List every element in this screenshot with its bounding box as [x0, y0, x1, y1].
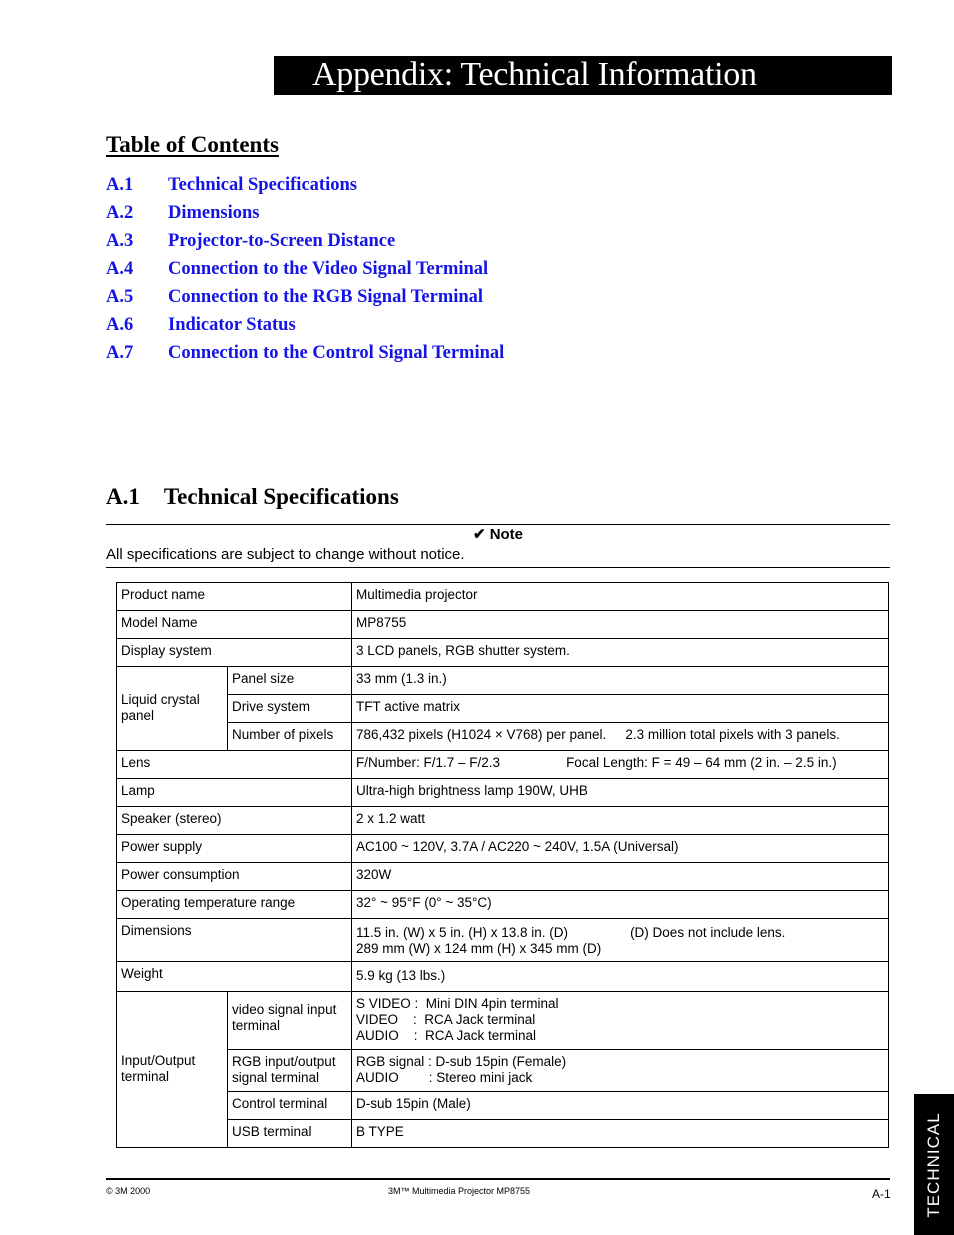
spec-sublabel: Control terminal	[227, 1091, 352, 1120]
toc-label: Connection to the RGB Signal Terminal	[168, 287, 484, 307]
spec-value-cell: F/Number: F/1.7 – F/2.3 Focal Length: F =…	[351, 750, 889, 779]
spec-value: 5.9 kg (13 lbs.)	[351, 961, 889, 992]
spec-value-line: AUDIO : RCA Jack terminal	[356, 1028, 537, 1043]
table-row: Operating temperature range 32° ~ 95°F (…	[116, 890, 889, 919]
toc-num: A.2	[106, 203, 134, 223]
toc-label: Projector-to-Screen Distance	[168, 231, 396, 251]
spec-value: 320W	[351, 862, 889, 891]
spec-value-line: AUDIO : Stereo mini jack	[356, 1070, 533, 1085]
table-row: Drive system TFT active matrix	[117, 694, 889, 723]
spec-value: Ultra-high brightness lamp 190W, UHB	[351, 778, 889, 807]
spec-label: Lamp	[116, 778, 352, 807]
spec-value-cell: 786,432 pixels (H1024 × V768) per panel.…	[351, 722, 889, 751]
spec-value: D-sub 15pin (Male)	[351, 1091, 889, 1120]
toc-label: Technical Specifications	[168, 175, 357, 195]
specs-table: Product name Multimedia projector Model …	[116, 582, 889, 1148]
spec-group-label: Liquid crystal panel	[116, 666, 228, 751]
toc-heading: Table of Contents	[106, 132, 279, 157]
spec-value: AC100 ~ 120V, 3.7A / AC220 ~ 240V, 1.5A …	[351, 834, 889, 863]
note-text: All specifications are subject to change…	[106, 546, 465, 563]
side-tab-label: TECHNICAL	[924, 1111, 943, 1218]
spec-value: 2 x 1.2 watt	[351, 806, 889, 835]
spec-value-cell: RGB signal : D-sub 15pin (Female) AUDIO …	[351, 1049, 889, 1092]
spec-value: 32° ~ 95°F (0° ~ 35°C)	[351, 890, 889, 919]
spec-label: Model Name	[116, 610, 352, 639]
toc-num: A.3	[106, 231, 134, 251]
spec-label: Display system	[116, 638, 352, 667]
spec-value: MP8755	[351, 610, 889, 639]
page-title: Appendix: Technical Information	[312, 56, 757, 93]
spec-value-line: RGB signal : D-sub 15pin (Female)	[356, 1054, 567, 1069]
spec-label: Speaker (stereo)	[116, 806, 352, 835]
spec-value-note: (D) Does not include lens.	[630, 925, 786, 940]
spec-value-line: S VIDEO : Mini DIN 4pin terminal	[356, 996, 559, 1011]
table-row: Liquid crystal panel Panel size 33 mm (1…	[116, 666, 889, 751]
spec-value-extra: Focal Length: F = 49 – 64 mm (2 in. – 2.…	[566, 755, 837, 770]
spec-value: Multimedia projector	[351, 582, 889, 611]
spec-sublabel: Number of pixels	[227, 722, 352, 751]
toc-num: A.7	[106, 343, 134, 363]
footer-rule	[106, 1178, 890, 1180]
table-row: Lamp Ultra-high brightness lamp 190W, UH…	[116, 778, 889, 807]
table-row: Model Name MP8755	[116, 610, 889, 639]
spec-value-cell: 11.5 in. (W) x 5 in. (H) x 13.8 in. (D) (…	[351, 918, 889, 962]
toc-label: Connection to the Control Signal Termina…	[168, 343, 505, 363]
note-title: ✔ Note	[472, 526, 524, 543]
footer-product: 3M™ Multimedia Projector MP8755	[388, 1186, 531, 1196]
spec-value: F/Number: F/1.7 – F/2.3	[356, 755, 501, 770]
table-row: RGB input/output signal terminal RGB sig…	[117, 1049, 889, 1092]
spec-value: TFT active matrix	[351, 694, 889, 723]
spec-label: Dimensions	[116, 918, 352, 962]
side-tab: TECHNICAL	[914, 1094, 954, 1235]
spec-value: 3 LCD panels, RGB shutter system.	[351, 638, 889, 667]
toc-num: A.4	[106, 259, 134, 279]
toc-label: Indicator Status	[168, 315, 296, 335]
page-title-bar: Appendix: Technical Information	[274, 56, 892, 95]
spec-label: Power consumption	[116, 862, 352, 891]
spec-label: Power supply	[116, 834, 352, 863]
spec-sublabel: RGB input/output signal terminal	[227, 1049, 352, 1092]
spec-sublabel: USB terminal	[227, 1119, 352, 1148]
spec-value-line2: 289 mm (W) x 124 mm (H) x 345 mm (D)	[356, 941, 602, 956]
table-row: Lens F/Number: F/1.7 – F/2.3 Focal Length…	[116, 750, 889, 779]
table-row: USB terminal B TYPE	[117, 1119, 889, 1148]
table-row: Input/Output terminal video signal input…	[116, 991, 889, 1148]
toc-label: Connection to the Video Signal Terminal	[168, 259, 489, 279]
note-bottom-rule	[106, 567, 890, 568]
spec-label: Lens	[116, 750, 352, 779]
note-top-rule	[106, 524, 890, 525]
section-number: A.1	[106, 484, 140, 509]
spec-value: 33 mm (1.3 in.)	[351, 666, 889, 695]
spec-group-label: Input/Output terminal	[116, 991, 228, 1148]
page-number: A-1	[872, 1187, 891, 1201]
toc-label: Dimensions	[168, 203, 260, 223]
table-row: Power supply AC100 ~ 120V, 3.7A / AC220 …	[116, 834, 889, 863]
footer-copyright: © 3M 2000	[106, 1186, 151, 1196]
toc-num: A.6	[106, 315, 134, 335]
section-heading: A.1 Technical Specifications	[106, 482, 399, 512]
spec-value-extra: 2.3 million total pixels with 3 panels.	[625, 727, 840, 742]
spec-value: B TYPE	[351, 1119, 889, 1148]
spec-sublabel: Panel size	[227, 666, 352, 695]
section-title: Technical Specifications	[163, 484, 399, 509]
spec-sublabel: video signal input terminal	[227, 991, 352, 1050]
spec-value: 786,432 pixels (H1024 × V768) per panel.	[356, 727, 607, 742]
spec-label: Weight	[116, 961, 352, 992]
toc-num: A.1	[106, 175, 134, 195]
table-row: Dimensions 11.5 in. (W) x 5 in. (H) x 13…	[116, 918, 889, 962]
table-row: Weight 5.9 kg (13 lbs.)	[116, 961, 889, 992]
table-row: Control terminal D-sub 15pin (Male)	[117, 1091, 889, 1120]
table-row: Number of pixels 786,432 pixels (H1024 ×…	[117, 722, 889, 751]
spec-sublabel: Drive system	[227, 694, 352, 723]
spec-label: Operating temperature range	[116, 890, 352, 919]
toc-num: A.5	[106, 287, 134, 307]
spec-value-cell: S VIDEO : Mini DIN 4pin terminal VIDEO :…	[351, 991, 889, 1050]
table-row: Power consumption 320W	[116, 862, 889, 891]
spec-value-line: VIDEO : RCA Jack terminal	[356, 1012, 536, 1027]
spec-label: Product name	[116, 582, 352, 611]
spec-value: 11.5 in. (W) x 5 in. (H) x 13.8 in. (D)	[356, 925, 569, 940]
table-row: Display system 3 LCD panels, RGB shutter…	[116, 638, 889, 667]
table-row: Product name Multimedia projector	[116, 582, 889, 611]
table-row: Speaker (stereo) 2 x 1.2 watt	[116, 806, 889, 835]
